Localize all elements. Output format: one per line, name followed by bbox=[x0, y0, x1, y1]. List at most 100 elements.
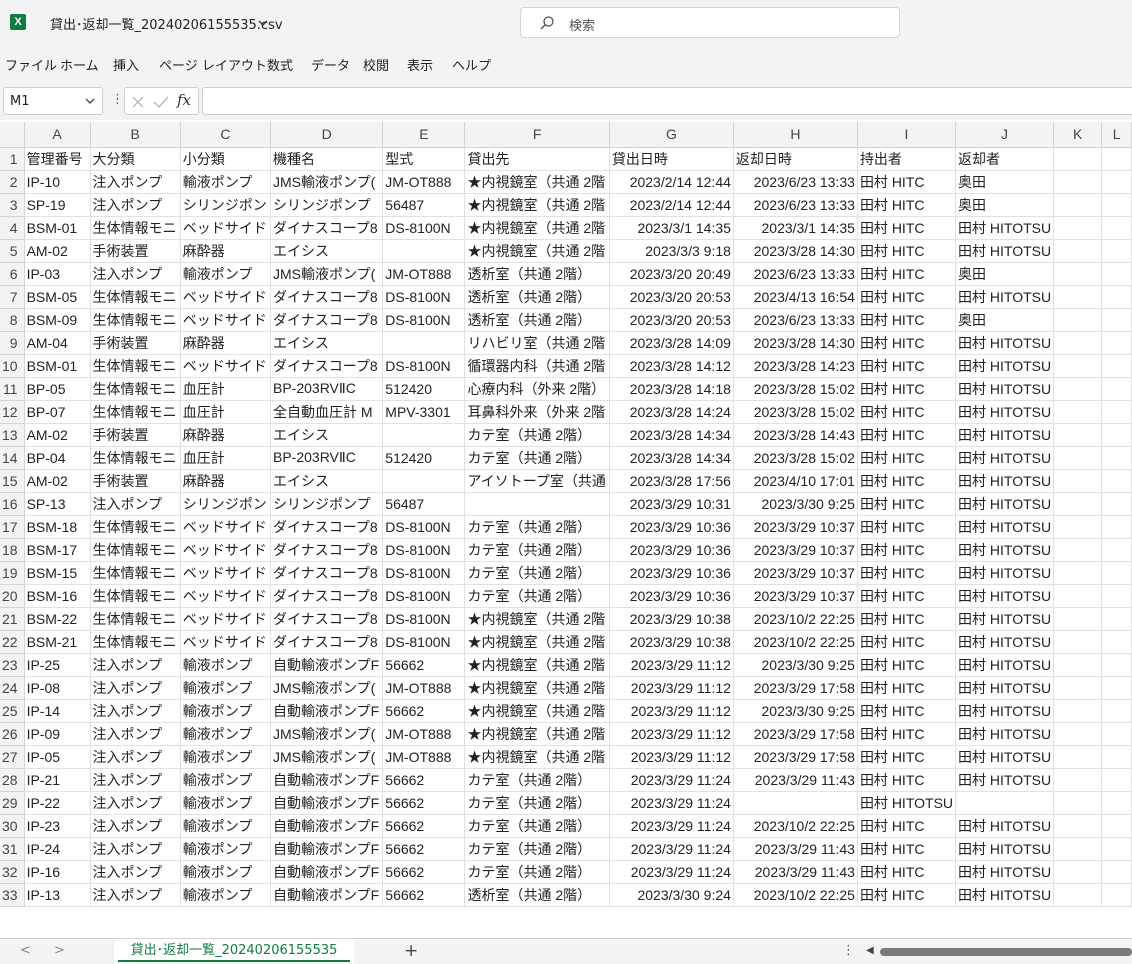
cell[interactable]: JM-OT888 bbox=[382, 262, 466, 286]
cell[interactable]: 2023/3/30 9:25 bbox=[733, 653, 858, 677]
cell[interactable]: 血圧計 bbox=[180, 446, 272, 470]
cell[interactable] bbox=[1053, 538, 1103, 562]
cell[interactable]: 小分類 bbox=[180, 147, 272, 171]
row-header[interactable]: 8 bbox=[0, 308, 25, 332]
cell[interactable]: ベッドサイド bbox=[180, 584, 272, 608]
cell[interactable]: JM-OT888 bbox=[382, 745, 466, 769]
cell[interactable]: シリンジポンプ bbox=[270, 193, 384, 217]
cell[interactable]: 生体情報モニ bbox=[90, 584, 181, 608]
cell[interactable]: ベッドサイド bbox=[180, 607, 272, 631]
cell[interactable]: IP-21 bbox=[24, 768, 91, 792]
cell[interactable]: カテ室（共通 2階） bbox=[464, 814, 610, 838]
cell[interactable]: 田村 HITC bbox=[857, 354, 957, 378]
cell[interactable]: 2023/3/30 9:24 bbox=[609, 883, 734, 907]
row-header[interactable]: 24 bbox=[0, 676, 25, 700]
cell[interactable]: IP-08 bbox=[24, 676, 91, 700]
tab-insert[interactable]: 挿入 bbox=[113, 55, 139, 74]
cell[interactable]: 透析室（共通 2階） bbox=[464, 262, 610, 286]
cell[interactable]: BSM-21 bbox=[24, 630, 91, 654]
cell[interactable]: 田村 HITC bbox=[857, 607, 957, 631]
cell[interactable]: SP-19 bbox=[24, 193, 91, 217]
cell[interactable]: カテ室（共通 2階） bbox=[464, 791, 610, 815]
cell[interactable]: 2023/3/29 10:37 bbox=[733, 561, 858, 585]
cell[interactable]: 田村 HITOTSU bbox=[955, 607, 1055, 631]
chevron-down-icon[interactable] bbox=[84, 95, 96, 107]
cell[interactable]: 2023/3/28 15:02 bbox=[733, 377, 858, 401]
cell[interactable] bbox=[382, 239, 466, 263]
cell[interactable] bbox=[1101, 193, 1132, 217]
name-box[interactable]: M1 bbox=[3, 87, 103, 115]
cell[interactable] bbox=[1101, 768, 1132, 792]
cell[interactable]: IP-14 bbox=[24, 699, 91, 723]
cell[interactable]: 2023/3/28 14:43 bbox=[733, 423, 858, 447]
cell[interactable]: DS-8100N bbox=[382, 515, 466, 539]
cell[interactable] bbox=[1101, 446, 1132, 470]
cell[interactable]: BP-203RVⅡC bbox=[270, 446, 384, 470]
cell[interactable]: 2023/2/14 12:44 bbox=[609, 193, 734, 217]
cell[interactable]: ★内視鏡室（共通 2階 bbox=[464, 193, 610, 217]
cell[interactable]: ダイナスコープ8 bbox=[270, 216, 384, 240]
cell[interactable]: ダイナスコープ8 bbox=[270, 515, 384, 539]
more-options-icon[interactable]: ⋮ bbox=[111, 92, 124, 107]
tab-file[interactable]: ファイル bbox=[5, 55, 57, 74]
cell[interactable]: ★内視鏡室（共通 2階 bbox=[464, 216, 610, 240]
row-header[interactable]: 25 bbox=[0, 699, 25, 723]
cell[interactable]: カテ室（共通 2階） bbox=[464, 837, 610, 861]
cell[interactable] bbox=[1101, 791, 1132, 815]
cell[interactable]: 田村 HITC bbox=[857, 860, 957, 884]
cell[interactable] bbox=[1101, 837, 1132, 861]
cell[interactable]: 2023/3/28 15:02 bbox=[733, 446, 858, 470]
cell[interactable]: DS-8100N bbox=[382, 630, 466, 654]
cell[interactable]: BSM-15 bbox=[24, 561, 91, 585]
cell[interactable] bbox=[1101, 216, 1132, 240]
cell[interactable]: ★内視鏡室（共通 2階 bbox=[464, 745, 610, 769]
cell[interactable]: 田村 HITOTSU bbox=[955, 492, 1055, 516]
cell[interactable]: 田村 HITC bbox=[857, 653, 957, 677]
cell[interactable]: 注入ポンプ bbox=[90, 262, 181, 286]
cell[interactable]: 2023/3/29 10:36 bbox=[609, 538, 734, 562]
tab-home[interactable]: ホーム bbox=[60, 55, 99, 74]
cell[interactable]: 生体情報モニ bbox=[90, 400, 181, 424]
row-header[interactable]: 28 bbox=[0, 768, 25, 792]
row-header[interactable]: 18 bbox=[0, 538, 25, 562]
cell[interactable] bbox=[464, 492, 610, 516]
cell[interactable]: 2023/4/10 17:01 bbox=[733, 469, 858, 493]
cell[interactable] bbox=[1101, 561, 1132, 585]
cell[interactable]: 田村 HITOTSU bbox=[955, 239, 1055, 263]
cell[interactable]: 田村 HITOTSU bbox=[955, 584, 1055, 608]
cell[interactable]: 田村 HITC bbox=[857, 584, 957, 608]
cell[interactable] bbox=[1101, 630, 1132, 654]
cell[interactable]: 2023/3/29 17:58 bbox=[733, 722, 858, 746]
cell[interactable]: 手術装置 bbox=[90, 331, 181, 355]
cell[interactable]: 2023/3/29 11:24 bbox=[609, 860, 734, 884]
cell[interactable]: 田村 HITC bbox=[857, 814, 957, 838]
scroll-left-icon[interactable]: ◀ bbox=[866, 945, 874, 956]
cell[interactable]: 田村 HITOTSU bbox=[857, 791, 957, 815]
cell[interactable] bbox=[1101, 400, 1132, 424]
cell[interactable] bbox=[1053, 262, 1103, 286]
cell[interactable]: DS-8100N bbox=[382, 584, 466, 608]
cell[interactable]: 2023/3/28 14:09 bbox=[609, 331, 734, 355]
cell[interactable]: アイソトープ室（共通 bbox=[464, 469, 610, 493]
cell[interactable]: 田村 HITC bbox=[857, 883, 957, 907]
cell[interactable] bbox=[1101, 515, 1132, 539]
cell[interactable]: 田村 HITOTSU bbox=[955, 883, 1055, 907]
cell[interactable]: 2023/6/23 13:33 bbox=[733, 262, 858, 286]
cell[interactable]: 田村 HITC bbox=[857, 446, 957, 470]
cell[interactable]: 2023/3/28 14:30 bbox=[733, 239, 858, 263]
row-header[interactable]: 20 bbox=[0, 584, 25, 608]
cell[interactable] bbox=[1053, 722, 1103, 746]
cell[interactable]: 56662 bbox=[382, 791, 466, 815]
row-header[interactable]: 33 bbox=[0, 883, 25, 907]
cell[interactable]: 田村 HITC bbox=[857, 492, 957, 516]
cell[interactable]: 2023/2/14 12:44 bbox=[609, 170, 734, 194]
cell[interactable]: 田村 HITC bbox=[857, 538, 957, 562]
cell[interactable]: DS-8100N bbox=[382, 308, 466, 332]
cell[interactable] bbox=[1053, 745, 1103, 769]
column-header[interactable]: F bbox=[464, 122, 610, 148]
cell[interactable] bbox=[1101, 354, 1132, 378]
row-header[interactable]: 5 bbox=[0, 239, 25, 263]
cell[interactable]: 田村 HITOTSU bbox=[955, 423, 1055, 447]
cell[interactable] bbox=[382, 331, 466, 355]
row-header[interactable]: 7 bbox=[0, 285, 25, 309]
